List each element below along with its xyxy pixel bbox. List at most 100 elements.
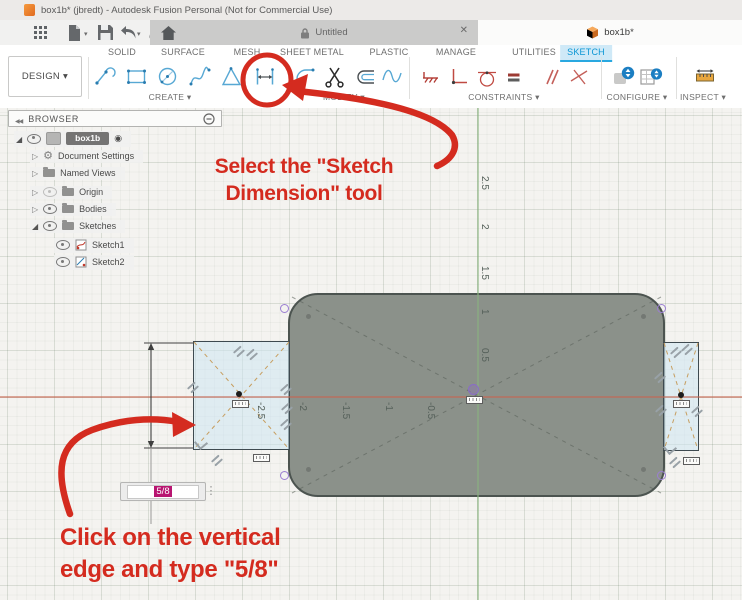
- browser-row-root[interactable]: box1b: [14, 131, 131, 147]
- sketch-point[interactable]: [280, 304, 289, 313]
- row-label: Bodies: [79, 204, 107, 214]
- group-constraints-label[interactable]: CONSTRAINTS ▾: [468, 92, 539, 103]
- file-menu-caret-icon[interactable]: [84, 30, 88, 38]
- polygon-tool-icon[interactable]: [219, 64, 245, 90]
- configure-table-icon[interactable]: [638, 64, 664, 90]
- browser-row-sketches[interactable]: Sketches: [30, 220, 125, 233]
- doc-tab-untitled[interactable]: Untitled: [170, 20, 478, 45]
- browser-row-sketch1[interactable]: Sketch1: [54, 238, 134, 253]
- trim-tool-icon[interactable]: [322, 64, 348, 90]
- expand-arrow-icon[interactable]: [16, 134, 22, 144]
- folder-icon: [43, 169, 55, 177]
- fillet-tool-icon[interactable]: [292, 64, 318, 90]
- circle-tool-icon[interactable]: [155, 64, 181, 90]
- group-inspect-label[interactable]: INSPECT ▾: [680, 92, 726, 103]
- group-modify-label[interactable]: MODIFY ▾: [323, 92, 365, 103]
- sketch-icon: [75, 239, 87, 251]
- tab-plastic[interactable]: PLASTIC: [370, 47, 409, 57]
- corner-dot: [306, 467, 311, 472]
- collapsed-arrow-icon[interactable]: [32, 168, 38, 178]
- collapsed-arrow-icon[interactable]: [32, 187, 38, 197]
- sketch-point[interactable]: [280, 471, 289, 480]
- fix-constraint-icon[interactable]: [418, 64, 444, 90]
- tab-manage[interactable]: MANAGE: [436, 47, 476, 57]
- eye-icon[interactable]: [27, 134, 41, 144]
- eye-icon[interactable]: [56, 240, 70, 250]
- browser-title: BROWSER: [28, 114, 79, 124]
- offset-tool-icon[interactable]: [352, 64, 378, 90]
- doc-tab-box1b-label: box1b*: [604, 27, 634, 38]
- spline-tool-icon[interactable]: [187, 64, 213, 90]
- undo-caret-icon[interactable]: [137, 30, 141, 38]
- design-workspace-button[interactable]: DESIGN ▾: [8, 56, 82, 97]
- dimension-glyph: [673, 400, 690, 408]
- corner-dot: [641, 467, 646, 472]
- minimize-panel-icon[interactable]: [203, 113, 215, 125]
- rectangle-tool-icon[interactable]: [124, 64, 150, 90]
- parallel-constraint-icon[interactable]: [538, 64, 564, 90]
- browser-row-named-views[interactable]: Named Views: [30, 167, 125, 180]
- undo-icon[interactable]: [119, 23, 139, 42]
- expand-arrow-icon[interactable]: [32, 221, 38, 231]
- dimension-annotation: [144, 343, 193, 448]
- tab-solid[interactable]: SOLID: [108, 47, 136, 57]
- dimension-options-icon[interactable]: [204, 482, 218, 499]
- y-axis-label: 1: [479, 309, 490, 315]
- tab-sketch[interactable]: SKETCH: [560, 45, 612, 62]
- browser-row-sketch2[interactable]: Sketch2: [54, 255, 134, 270]
- group-create-label[interactable]: CREATE ▾: [149, 92, 192, 103]
- dimension-input-box[interactable]: 5/8: [120, 482, 206, 501]
- tab-sheet-metal[interactable]: SHEET METAL: [280, 47, 344, 57]
- browser-row-document-settings[interactable]: Document Settings: [30, 150, 143, 163]
- equal-constraint-icon[interactable]: [501, 64, 527, 90]
- app-launcher-icon[interactable]: [30, 23, 50, 42]
- midpoint-dot[interactable]: [678, 392, 684, 398]
- viewport-canvas[interactable]: 2.5 2 1.5 1 0.5 -2.5 -2 -1.5 -1 -0.5 5/8…: [0, 108, 742, 600]
- eye-icon[interactable]: [43, 221, 57, 231]
- root-component-label[interactable]: box1b: [66, 132, 109, 145]
- tab-mesh[interactable]: MESH: [234, 47, 261, 57]
- eye-icon[interactable]: [56, 257, 70, 267]
- doc-tab-box1b[interactable]: box1b*: [478, 20, 742, 45]
- sketch-point[interactable]: [657, 471, 666, 480]
- window-title: box1b* (jbredt) - Autodesk Fusion Person…: [41, 5, 332, 16]
- origin-point[interactable]: [468, 384, 479, 395]
- eye-icon[interactable]: [43, 204, 57, 214]
- application-bar: Untitled box1b*: [0, 20, 742, 45]
- activate-radio-icon[interactable]: [114, 133, 122, 144]
- browser-panel: BROWSER box1b Document Settings Named Vi…: [8, 110, 222, 127]
- close-tab-icon[interactable]: [460, 25, 468, 36]
- save-icon[interactable]: [95, 23, 115, 42]
- gear-icon: [43, 151, 53, 161]
- browser-row-origin[interactable]: Origin: [30, 186, 112, 199]
- measure-icon[interactable]: [692, 64, 718, 90]
- home-icon[interactable]: [158, 23, 178, 42]
- group-configure-label[interactable]: CONFIGURE ▾: [607, 92, 668, 103]
- dimension-input-field[interactable]: 5/8: [127, 485, 199, 499]
- y-axis-label: 2.5: [479, 176, 490, 190]
- design-label: DESIGN ▾: [22, 71, 68, 82]
- eye-icon[interactable]: [43, 187, 57, 197]
- dimension-value[interactable]: 5/8: [154, 486, 171, 497]
- browser-row-bodies[interactable]: Bodies: [30, 203, 116, 216]
- line-tool-icon[interactable]: [93, 64, 119, 90]
- row-label: Sketches: [79, 221, 116, 231]
- collapsed-arrow-icon[interactable]: [32, 151, 38, 161]
- collapsed-arrow-icon[interactable]: [32, 204, 38, 214]
- browser-header[interactable]: BROWSER: [8, 110, 222, 127]
- curve-tool-icon[interactable]: [379, 64, 405, 90]
- tab-utilities[interactable]: UTILITIES: [512, 47, 556, 57]
- configure-feature-icon[interactable]: [611, 64, 637, 90]
- collapse-panel-icon[interactable]: [15, 110, 22, 128]
- document-tabstrip: Untitled: [150, 20, 479, 45]
- tab-surface[interactable]: SURFACE: [161, 47, 205, 57]
- midpoint-dot[interactable]: [236, 391, 242, 397]
- file-menu-icon[interactable]: [64, 23, 84, 42]
- vertical-horizontal-constraint-icon[interactable]: [446, 64, 472, 90]
- sketch-dimension-tool-icon[interactable]: [252, 64, 278, 90]
- sketch-point[interactable]: [657, 304, 666, 313]
- symmetry-constraint-icon[interactable]: [566, 64, 592, 90]
- tangent-constraint-icon[interactable]: [474, 64, 500, 90]
- sketch-icon: [75, 256, 87, 268]
- divider: [409, 57, 410, 99]
